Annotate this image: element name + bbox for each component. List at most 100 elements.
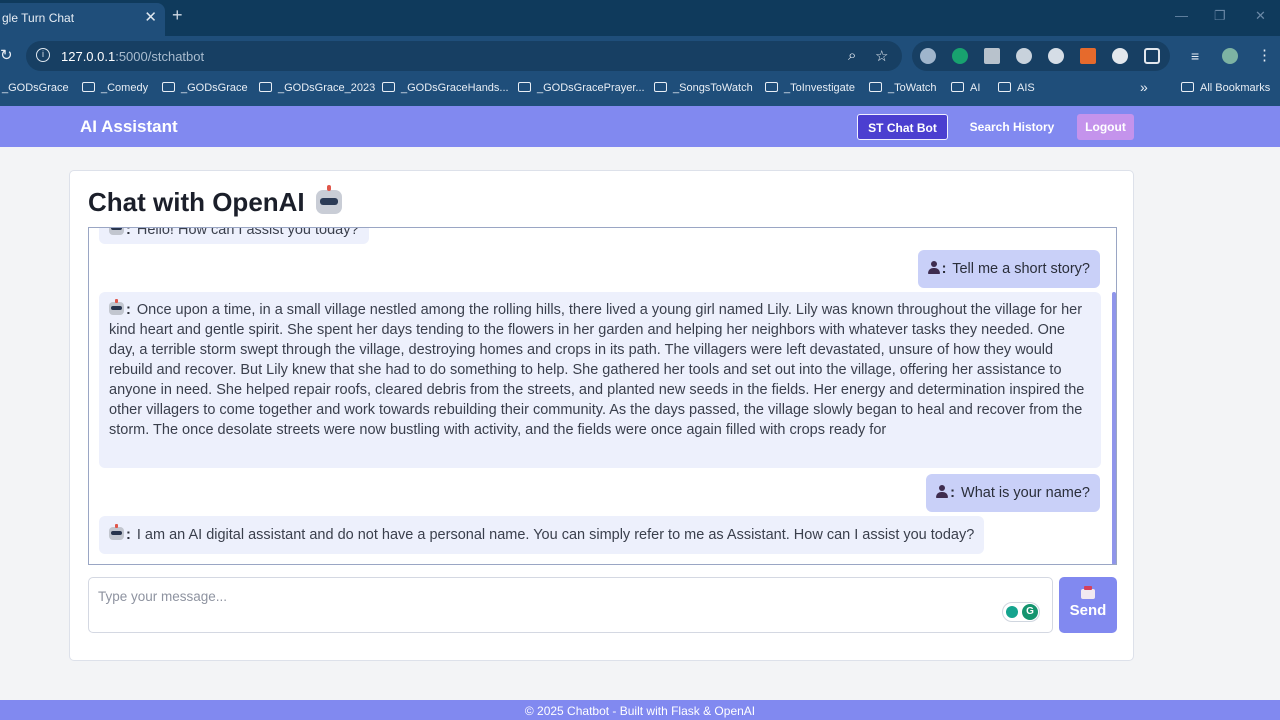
address-bar[interactable]: i 127.0.0.1:5000/stchatbot ⌕ ☆: [26, 41, 902, 71]
sender-separator: :: [950, 485, 956, 501]
folder-icon: [82, 82, 95, 92]
react-devtools-icon[interactable]: [1048, 48, 1064, 64]
vue-devtools-icon[interactable]: [984, 48, 1000, 64]
menu-icon[interactable]: ⋮: [1257, 46, 1272, 64]
bookmark-label: _ToWatch: [888, 82, 937, 94]
message-text: I am an AI digital assistant and do not …: [136, 527, 975, 543]
bookmark-item[interactable]: AI: [951, 82, 980, 94]
extension-icon[interactable]: [920, 48, 936, 64]
extensions-puzzle-icon[interactable]: [1144, 48, 1160, 64]
nav-search-history[interactable]: Search History: [964, 114, 1060, 140]
bot-message: : Once upon a time, in a small village n…: [99, 292, 1101, 468]
chat-title: Chat with OpenAI: [88, 187, 305, 217]
bookmark-extension-icon[interactable]: [1080, 48, 1096, 64]
browser-tab[interactable]: gle Turn Chat ✕: [0, 3, 165, 36]
avatar[interactable]: [1222, 48, 1238, 64]
grammarly-icon: G: [1022, 604, 1038, 620]
message-text: Tell me a short story?: [952, 261, 1090, 277]
bookmark-item[interactable]: AIS: [998, 82, 1035, 94]
grammarly-status-icon: [1006, 606, 1018, 618]
bookmark-label: AIS: [1017, 82, 1035, 94]
message-text: What is your name?: [961, 485, 1090, 501]
bookmark-label: _Comedy: [101, 82, 149, 94]
chat-card: Chat with OpenAI : Hello! How can I assi…: [69, 170, 1134, 661]
bookmark-star-icon[interactable]: ☆: [875, 47, 888, 65]
grammarly-widget[interactable]: G: [1002, 602, 1040, 622]
page-title: Chat with OpenAI: [88, 185, 342, 218]
minimize-icon[interactable]: —: [1175, 8, 1188, 23]
message-text: Hello! How can I assist you today?: [136, 227, 359, 238]
user-message: : What is your name?: [926, 474, 1100, 512]
bot-message: : Hello! How can I assist you today?: [99, 227, 369, 244]
folder-icon: [654, 82, 667, 92]
bookmark-label: _ToInvestigate: [784, 82, 855, 94]
folder-icon: [382, 82, 395, 92]
window-close-icon[interactable]: ✕: [1255, 8, 1266, 24]
browser-tab-bar: gle Turn Chat ✕ + — ❐ ✕: [0, 0, 1280, 36]
robot-icon: [109, 299, 124, 315]
target-extension-icon[interactable]: [1016, 48, 1032, 64]
folder-icon: [518, 82, 531, 92]
restore-icon[interactable]: ❐: [1214, 8, 1226, 24]
bookmark-label: All Bookmarks: [1200, 82, 1271, 94]
bot-message: : I am an AI digital assistant and do no…: [99, 516, 985, 554]
bookmarks-bar: _GODsGrace _Comedy _GODsGrace _GODsGrace…: [0, 76, 1280, 106]
brand-title[interactable]: AI Assistant: [80, 117, 178, 137]
chat-messages[interactable]: : Hello! How can I assist you today? : T…: [88, 227, 1117, 565]
folder-icon: [1181, 82, 1194, 92]
message-input[interactable]: [89, 578, 1052, 632]
app-navbar: AI Assistant ST Chat Bot Search History …: [0, 106, 1280, 147]
folder-icon: [259, 82, 272, 92]
chat-scrollbar[interactable]: [1112, 292, 1116, 564]
folder-icon: [951, 82, 964, 92]
close-icon[interactable]: ✕: [144, 3, 157, 33]
robot-icon: [109, 524, 124, 540]
grammarly-extension-icon[interactable]: [952, 48, 968, 64]
user-icon: [936, 485, 949, 498]
reload-icon[interactable]: ↻: [0, 46, 13, 64]
bookmark-item[interactable]: _GODsGrace_2023: [259, 82, 375, 94]
tab-title: gle Turn Chat: [2, 11, 75, 25]
sender-separator: :: [941, 261, 947, 277]
panda-extension-icon[interactable]: [1112, 48, 1128, 64]
bookmarks-overflow-icon[interactable]: »: [1140, 79, 1148, 95]
robot-icon: [315, 185, 342, 214]
send-label: Send: [1069, 602, 1107, 619]
bookmark-label: _GODsGraceHands...: [401, 82, 509, 94]
robot-icon: [109, 228, 124, 235]
sender-separator: :: [126, 302, 131, 318]
folder-icon: [998, 82, 1011, 92]
browser-toolbar: ↻ i 127.0.0.1:5000/stchatbot ⌕ ☆ ≡ ⋮: [0, 36, 1280, 76]
bookmark-item[interactable]: _SongsToWatch: [654, 82, 753, 94]
bookmark-item[interactable]: _GODsGraceHands...: [382, 82, 509, 94]
message-text: Once upon a time, in a small village nes…: [109, 302, 1085, 438]
all-bookmarks[interactable]: All Bookmarks: [1181, 82, 1270, 94]
new-tab-icon[interactable]: +: [172, 5, 183, 26]
bookmark-item[interactable]: _ToInvestigate: [765, 82, 855, 94]
folder-icon: [869, 82, 882, 92]
nav-st-chat-bot[interactable]: ST Chat Bot: [857, 114, 948, 140]
bookmark-label: _GODsGrace_2023: [278, 82, 376, 94]
extensions-area: [912, 41, 1170, 71]
send-button[interactable]: Send: [1059, 577, 1117, 633]
folder-icon: [765, 82, 778, 92]
folder-icon: [162, 82, 175, 92]
bookmark-item[interactable]: _GODsGracePrayer...: [518, 82, 645, 94]
mailbox-icon: [1081, 586, 1095, 599]
logout-button[interactable]: Logout: [1077, 114, 1134, 140]
message-input-wrapper: G: [88, 577, 1053, 633]
bookmark-item[interactable]: _Comedy: [82, 82, 148, 94]
zoom-icon[interactable]: ⌕: [848, 47, 856, 64]
media-icon[interactable]: ≡: [1191, 48, 1199, 64]
site-info-icon[interactable]: i: [36, 48, 50, 62]
bookmark-item[interactable]: _ToWatch: [869, 82, 937, 94]
url-text: 127.0.0.1:5000/stchatbot: [61, 49, 204, 64]
user-icon: [927, 261, 940, 274]
bookmark-item[interactable]: _GODsGrace: [162, 82, 248, 94]
user-message: : Tell me a short story?: [917, 250, 1100, 288]
url-path: :5000/stchatbot: [115, 49, 205, 64]
url-host: 127.0.0.1: [61, 49, 116, 64]
bookmark-item[interactable]: _GODsGrace: [2, 82, 69, 94]
sender-separator: :: [126, 227, 131, 238]
footer: © 2025 Chatbot - Built with Flask & Open…: [0, 700, 1280, 720]
